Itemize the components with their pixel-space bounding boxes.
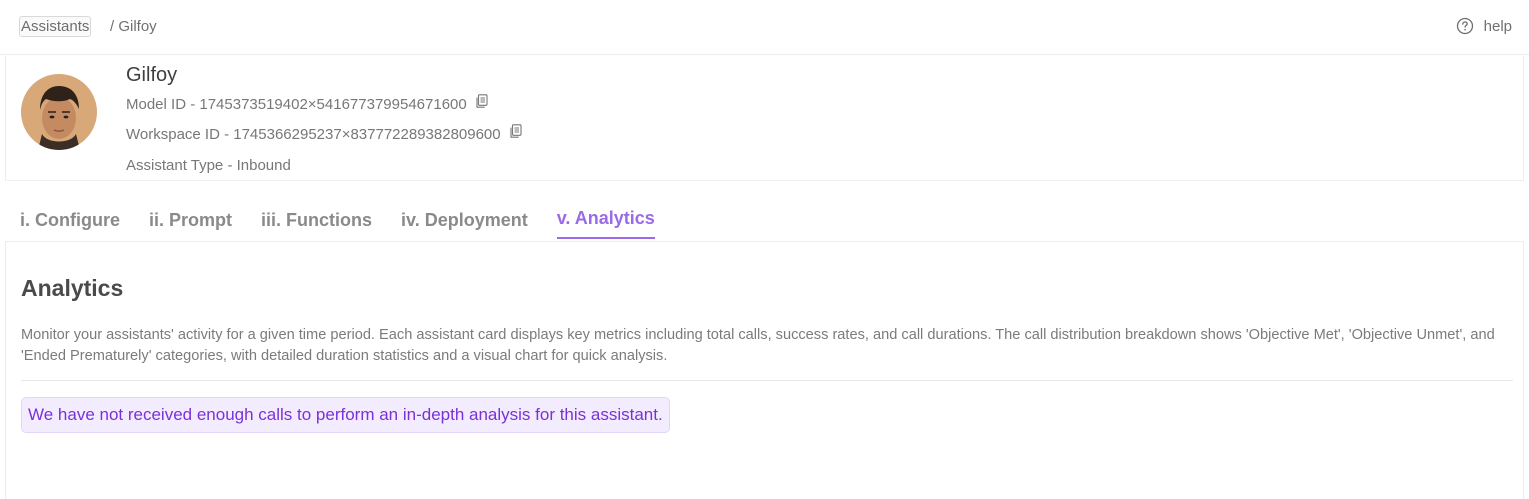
assistant-profile: Gilfoy Model ID - 1745373519402×54167737… bbox=[5, 56, 1524, 181]
analytics-description: Monitor your assistants' activity for a … bbox=[21, 327, 1495, 364]
top-bar: Assistants / Gilfoy help bbox=[0, 0, 1529, 55]
help-button[interactable]: help bbox=[1456, 17, 1512, 35]
tab-analytics[interactable]: v. Analytics bbox=[556, 205, 655, 239]
question-circle-icon bbox=[1456, 17, 1473, 35]
analytics-title: Analytics bbox=[21, 275, 124, 301]
analytics-panel: Analytics Monitor your assistants' activ… bbox=[5, 242, 1524, 499]
copy-model-id-icon[interactable] bbox=[475, 94, 488, 109]
workspace-id-text: Workspace ID - 1745366295237×83777228938… bbox=[126, 126, 501, 143]
breadcrumb-assistants-link[interactable]: Assistants bbox=[19, 16, 92, 37]
help-label: help bbox=[1483, 17, 1512, 35]
divider bbox=[21, 380, 1513, 381]
copy-workspace-id-icon[interactable] bbox=[509, 124, 522, 139]
tab-deployment[interactable]: iv. Deployment bbox=[401, 207, 528, 241]
avatar bbox=[21, 74, 97, 150]
tab-configure[interactable]: i. Configure bbox=[20, 207, 120, 241]
model-id-row: Model ID - 1745373519402×541677379954671… bbox=[126, 94, 488, 113]
breadcrumb-current: / Gilfoy bbox=[110, 18, 157, 35]
workspace-id-row: Workspace ID - 1745366295237×83777228938… bbox=[126, 124, 522, 143]
assistant-name: Gilfoy bbox=[126, 64, 178, 86]
tab-functions[interactable]: iii. Functions bbox=[261, 207, 372, 241]
tab-prompt[interactable]: ii. Prompt bbox=[149, 207, 232, 241]
tab-bar: i. Configure ii. Prompt iii. Functions i… bbox=[20, 207, 684, 242]
model-id-text: Model ID - 1745373519402×541677379954671… bbox=[126, 96, 467, 113]
assistant-type: Assistant Type - Inbound bbox=[126, 157, 291, 174]
insufficient-calls-notice: We have not received enough calls to per… bbox=[21, 397, 670, 433]
